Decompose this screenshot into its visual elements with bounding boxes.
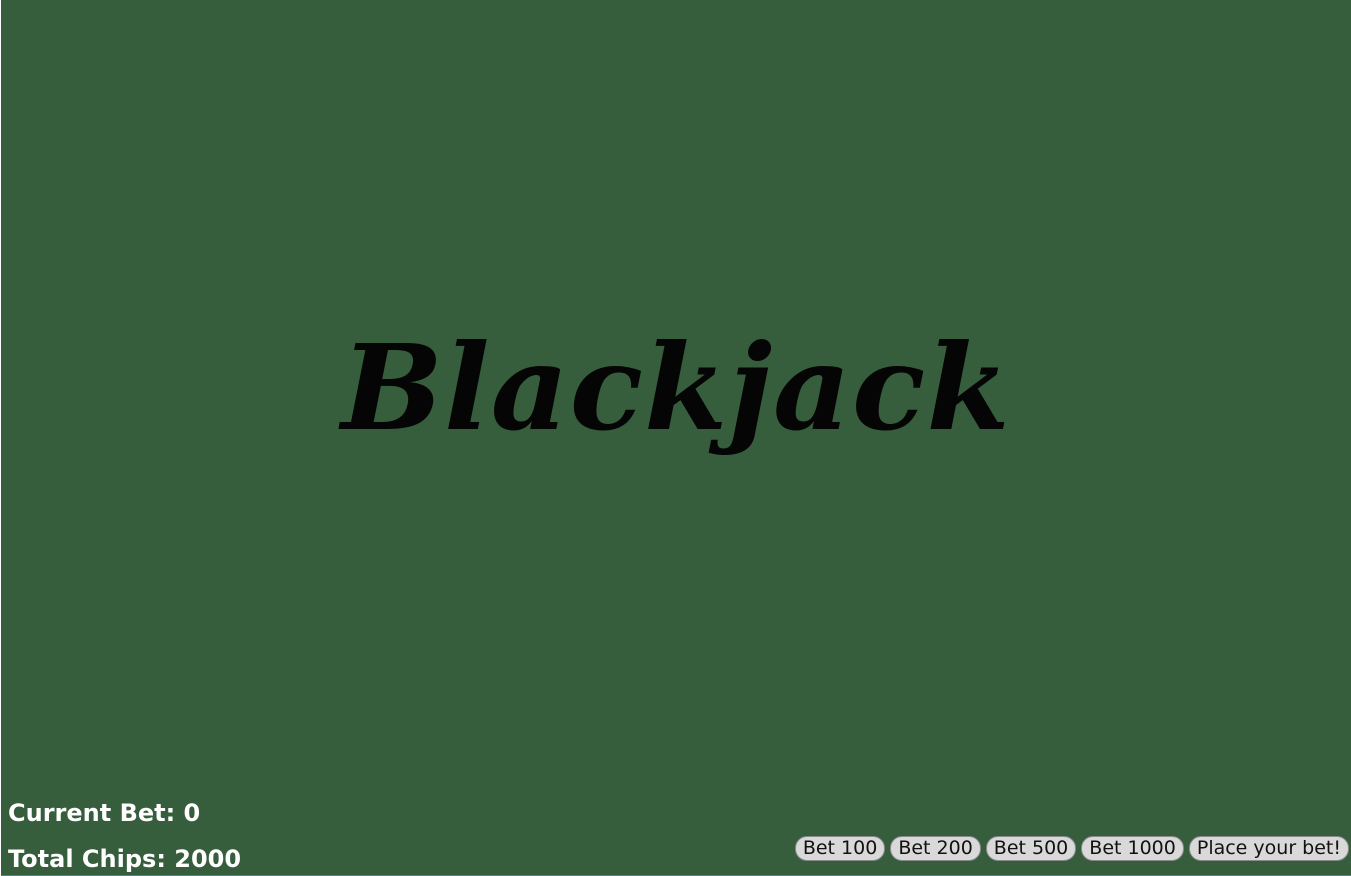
current-bet-label: Current Bet: 0 <box>8 799 201 827</box>
bet-100-button[interactable]: Bet 100 <box>794 836 886 861</box>
bet-500-button[interactable]: Bet 500 <box>985 836 1077 861</box>
bet-1000-button[interactable]: Bet 1000 <box>1081 836 1184 861</box>
total-chips-label: Total Chips: 2000 <box>8 845 242 873</box>
game-title: Blackjack <box>341 318 1011 457</box>
bet-controls: Bet 100 Bet 200 Bet 500 Bet 1000 Place y… <box>794 836 1349 861</box>
blackjack-table: Blackjack Current Bet: 0 Total Chips: 20… <box>1 0 1351 876</box>
bet-200-button[interactable]: Bet 200 <box>890 836 981 861</box>
place-bet-button[interactable]: Place your bet! <box>1188 836 1349 861</box>
